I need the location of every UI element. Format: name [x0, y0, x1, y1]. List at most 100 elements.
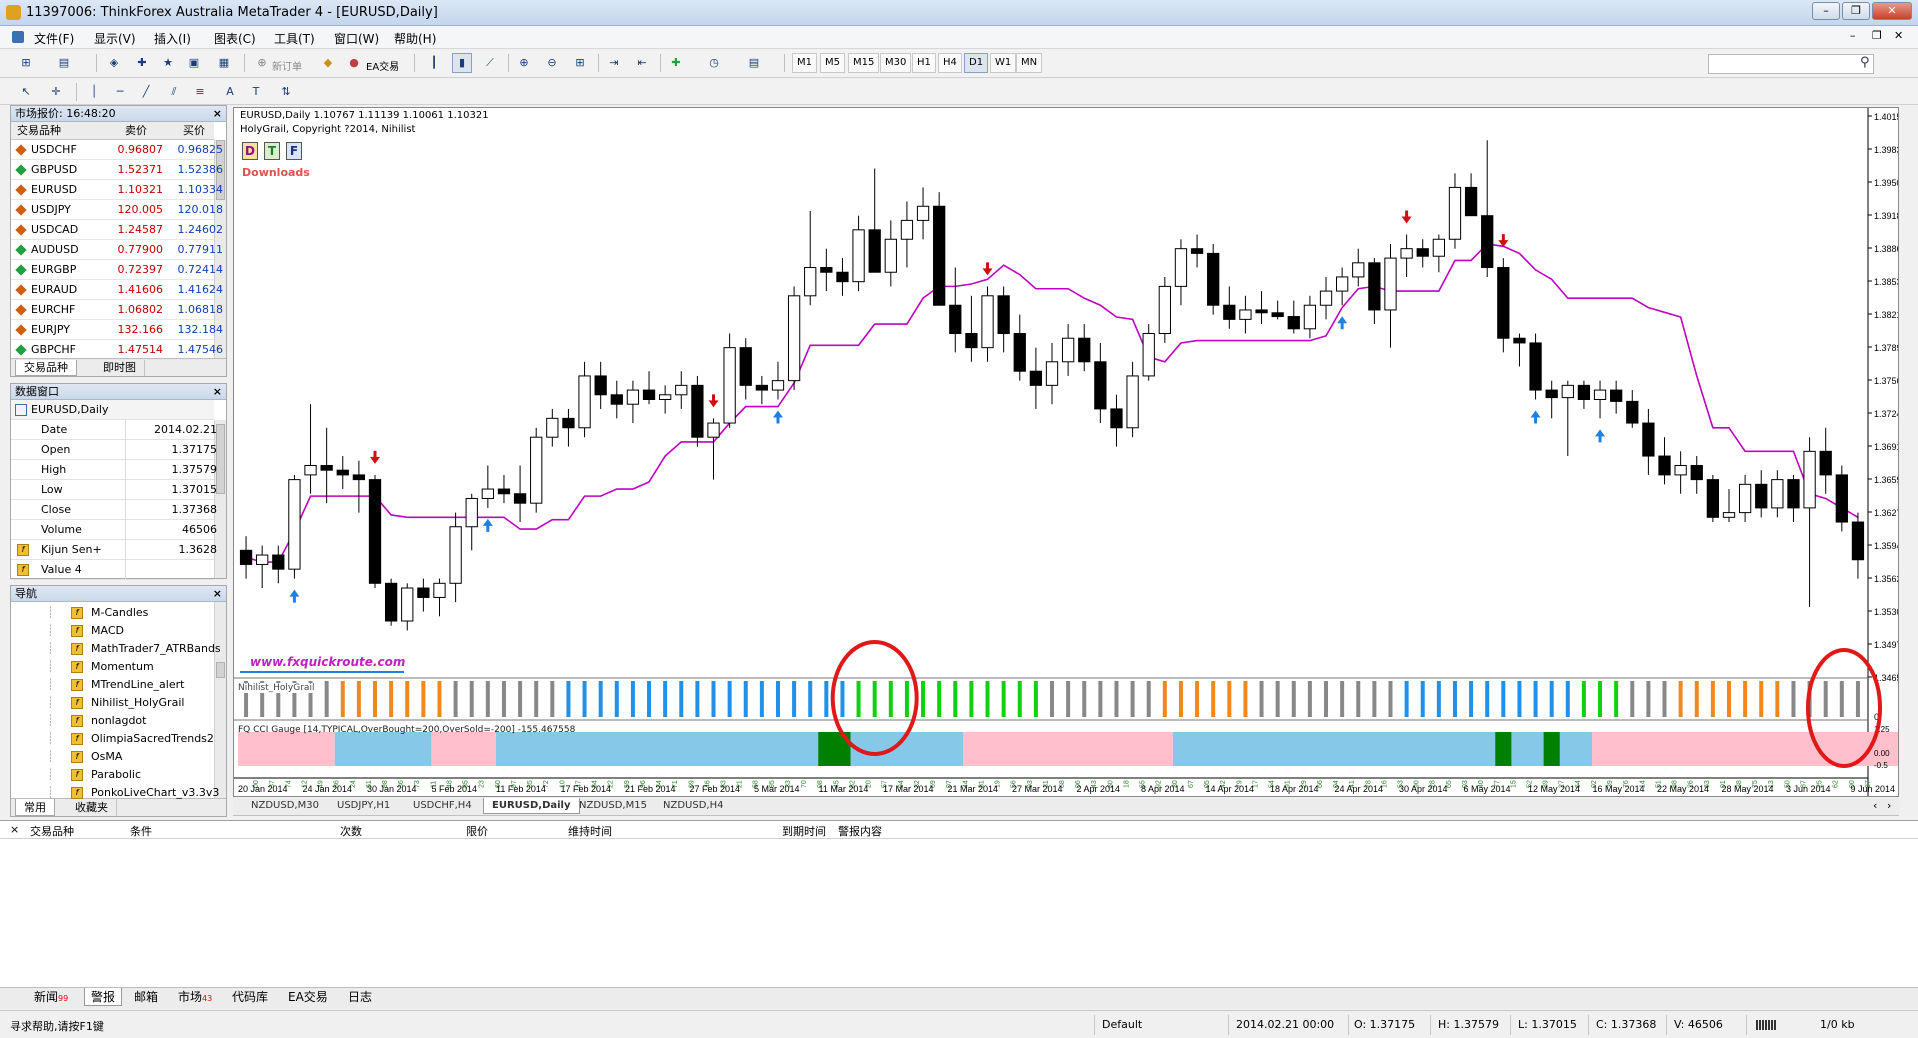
col-bid[interactable]: 卖价 [125, 122, 147, 140]
chart-tab-usdjpy-h1[interactable]: USDJPY,H1 [329, 798, 398, 814]
timeframe-w1[interactable]: W1 [990, 53, 1017, 73]
alert-col-expiration[interactable]: 到期时间 [782, 823, 826, 839]
terminal-tab-news[interactable]: 新闻99 [28, 988, 74, 1006]
terminal-tab-mailbox[interactable]: 邮箱 [128, 988, 164, 1006]
horizontal-line-icon[interactable]: ─ [110, 82, 130, 102]
tabs-scroll-right-icon[interactable]: › [1887, 799, 1891, 812]
market-watch-row[interactable]: USDJPY 120.005 120.018 [11, 200, 223, 220]
metaeditor-icon[interactable]: ◆ [318, 53, 338, 73]
minimize-button[interactable]: – [1812, 2, 1840, 20]
market-watch-row[interactable]: EURAUD 1.41606 1.41624 [11, 280, 223, 300]
search-input[interactable] [1708, 54, 1874, 74]
navigator-item[interactable]: ┊ f Nihilist_HolyGrail [11, 694, 214, 712]
chart-window[interactable]: 1.40155 1.39830 1.39505 1.39180 1.38860 1.385… [233, 107, 1899, 797]
bar-chart-icon[interactable]: ┃ [424, 53, 444, 73]
search-icon[interactable]: ⚲ [1860, 55, 1870, 70]
timeframe-h4[interactable]: H4 [938, 53, 962, 73]
zoom-out-icon[interactable]: ⊖ [542, 53, 562, 73]
navigator-item[interactable]: ┊ f OsMA [11, 748, 214, 766]
autotrading-button[interactable]: EA交易 [366, 58, 399, 73]
navigator-item[interactable]: ┊ f MTrendLine_alert [11, 676, 214, 694]
text-label-icon[interactable]: T [246, 82, 266, 102]
autotrading-icon[interactable]: ● [344, 53, 364, 73]
f-button[interactable]: F [286, 142, 302, 160]
new-chart-icon[interactable]: ⊞ [16, 53, 36, 73]
chart-shift-icon[interactable]: ⇥ [604, 53, 624, 73]
chart-tab-usdchf-h4[interactable]: USDCHF,H4 [405, 798, 480, 814]
timeframe-m30[interactable]: M30 [880, 53, 912, 73]
tab-tick-chart[interactable]: 即时图 [95, 359, 145, 376]
col-ask[interactable]: 买价 [183, 122, 205, 140]
chart-tab-nzdusd-m15[interactable]: NZDUSD,M15 [571, 798, 655, 814]
arrows-icon[interactable]: ⇅ [276, 82, 296, 102]
terminal-tab-market[interactable]: 市场43 [172, 988, 218, 1006]
timeframe-m15[interactable]: M15 [848, 53, 880, 73]
periods-icon[interactable]: ◷ [704, 53, 724, 73]
navigator-icon[interactable]: ★ [158, 53, 178, 73]
maximize-button[interactable]: ❐ [1842, 2, 1870, 20]
market-watch-icon[interactable]: ◈ [104, 53, 124, 73]
text-icon[interactable]: A [220, 82, 240, 102]
cursor-icon[interactable]: ↖ [16, 82, 36, 102]
candlestick-chart[interactable]: 1.40155 1.39830 1.39505 1.39180 1.38860 1.385… [234, 108, 1899, 797]
timeframe-mn[interactable]: MN [1016, 53, 1043, 73]
col-symbol[interactable]: 交易品种 [17, 122, 61, 140]
profiles-icon[interactable]: ▤ [54, 53, 74, 73]
menu-file[interactable]: 文件(F) [34, 30, 74, 47]
channel-icon[interactable]: ⫽ [164, 82, 184, 102]
menu-window[interactable]: 窗口(W) [334, 30, 379, 47]
terminal-tab-code-base[interactable]: 代码库 [226, 988, 274, 1006]
terminal-icon[interactable]: ▣ [184, 53, 204, 73]
market-watch-row[interactable]: EURJPY 132.166 132.184 [11, 320, 223, 340]
chart-tab-nzdusd-h4[interactable]: NZDUSD,H4 [655, 798, 731, 814]
tabs-scroll-left-icon[interactable]: ‹ [1873, 799, 1877, 812]
terminal-tab-alerts[interactable]: 警报 [84, 988, 123, 1006]
new-order-icon[interactable]: ⊕ [252, 53, 272, 73]
navigator-item[interactable]: ┊ f OlimpiaSacredTrends2 [11, 730, 214, 748]
alert-col-timeout[interactable]: 维持时间 [568, 823, 612, 839]
alert-col-event[interactable]: 警报内容 [838, 823, 882, 839]
alert-col-counter[interactable]: 次数 [340, 823, 362, 839]
tab-symbols[interactable]: 交易品种 [15, 359, 77, 376]
market-watch-row[interactable]: AUDUSD 0.77900 0.77911 [11, 240, 223, 260]
timeframe-m5[interactable]: M5 [820, 53, 845, 73]
market-watch-row[interactable]: GBPCHF 1.47514 1.47546 [11, 340, 223, 360]
market-watch-row[interactable]: EURGBP 0.72397 0.72414 [11, 260, 223, 280]
menu-view[interactable]: 显示(V) [94, 30, 136, 47]
alert-col-symbol[interactable]: 交易品种 [30, 823, 74, 839]
timeframe-m1[interactable]: M1 [792, 53, 817, 73]
navigator-item[interactable]: ┊ f M-Candles [11, 604, 214, 622]
terminal-tab-experts[interactable]: EA交易 [282, 988, 334, 1006]
market-watch-row[interactable]: USDCAD 1.24587 1.24602 [11, 220, 223, 240]
navigator-scrollbar[interactable] [214, 602, 226, 798]
chart-tab-nzdusd-m30[interactable]: NZDUSD,M30 [243, 798, 327, 814]
inner-close-button[interactable]: ✕ [1894, 29, 1903, 42]
menu-charts[interactable]: 图表(C) [214, 30, 256, 47]
navigator-item[interactable]: ┊ f Momentum [11, 658, 214, 676]
vertical-line-icon[interactable]: │ [84, 82, 104, 102]
market-watch-row[interactable]: EURUSD 1.10321 1.10334 [11, 180, 223, 200]
market-watch-row[interactable]: GBPUSD 1.52371 1.52386 [11, 160, 223, 180]
inner-restore-button[interactable]: ❐ [1872, 29, 1882, 42]
tester-icon[interactable]: ▦ [214, 53, 234, 73]
timeframe-d1[interactable]: D1 [964, 53, 989, 73]
menu-help[interactable]: 帮助(H) [394, 30, 436, 47]
d-button[interactable]: D [242, 142, 258, 160]
downloads-link[interactable]: Downloads [242, 166, 310, 179]
line-chart-icon[interactable]: ⟋ [480, 53, 500, 73]
inner-minimize-button[interactable]: – [1850, 29, 1856, 42]
navigator-item[interactable]: ┊ f PonkoLiveChart_v3.3v3 [11, 784, 219, 802]
market-watch-row[interactable]: USDCHF 0.96807 0.96825 [11, 140, 223, 160]
terminal-tab-journal[interactable]: 日志 [342, 988, 378, 1006]
navigator-item[interactable]: ┊ f nonlagdot [11, 712, 214, 730]
close-window-button[interactable]: ✕ [1872, 2, 1912, 20]
indicators-icon[interactable]: ✚ [666, 53, 686, 73]
autoscroll-icon[interactable]: ⇤ [632, 53, 652, 73]
alert-col-limit[interactable]: 限价 [466, 823, 488, 839]
new-order-button[interactable]: 新订单 [272, 58, 302, 73]
t-button[interactable]: T [264, 142, 280, 160]
data-window-close-icon[interactable]: × [213, 384, 222, 400]
zoom-in-icon[interactable]: ⊕ [514, 53, 534, 73]
navigator-close-icon[interactable]: × [213, 586, 222, 602]
timeframe-h1[interactable]: H1 [912, 53, 936, 73]
